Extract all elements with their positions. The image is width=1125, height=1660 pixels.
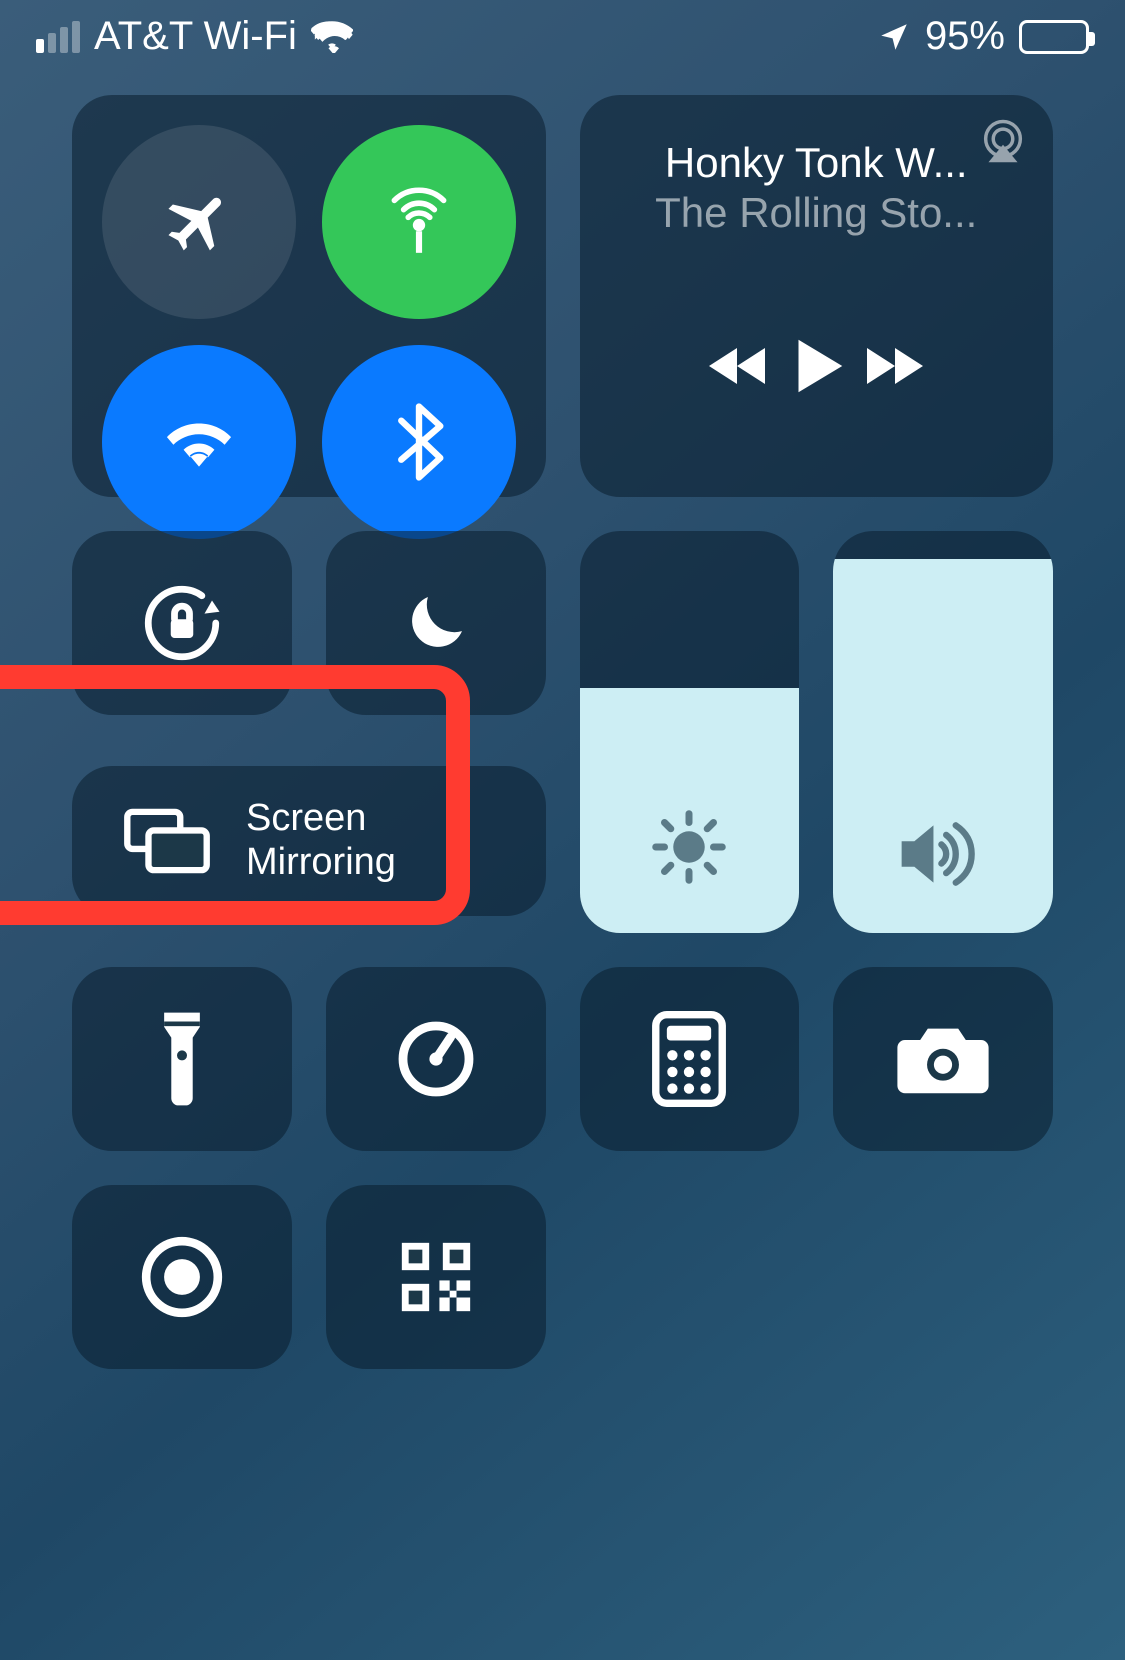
airplay-icon[interactable]	[977, 115, 1029, 167]
cellular-data-toggle[interactable]	[322, 125, 516, 319]
flashlight-button[interactable]	[72, 967, 292, 1151]
timer-button[interactable]	[326, 967, 546, 1151]
cellular-signal-icon	[36, 21, 80, 53]
previous-track-button[interactable]	[701, 338, 781, 394]
status-right: 95%	[877, 14, 1089, 59]
screen-mirroring-label: Screen Mirroring	[246, 797, 396, 884]
volume-slider[interactable]	[833, 531, 1053, 933]
wifi-toggle[interactable]	[102, 345, 296, 539]
status-bar: AT&T Wi-Fi 95%	[0, 0, 1125, 65]
brightness-icon	[580, 805, 800, 889]
qr-scanner-button[interactable]	[326, 1185, 546, 1369]
screen-mirroring-button[interactable]: Screen Mirroring	[72, 766, 546, 916]
media-artist: The Rolling Sto...	[655, 189, 977, 237]
control-center: Honky Tonk W... The Rolling Sto... Scree…	[0, 65, 1125, 1369]
connectivity-cluster[interactable]	[72, 95, 546, 497]
battery-percent: 95%	[925, 14, 1005, 59]
airplane-mode-toggle[interactable]	[102, 125, 296, 319]
play-button[interactable]	[781, 331, 851, 401]
wifi-icon	[311, 21, 353, 53]
location-icon	[877, 20, 911, 54]
brightness-slider[interactable]	[580, 531, 800, 933]
carrier-label: AT&T Wi-Fi	[94, 14, 297, 59]
screen-record-button[interactable]	[72, 1185, 292, 1369]
battery-icon	[1019, 20, 1089, 54]
screen-mirroring-icon	[122, 806, 212, 876]
media-controls-tile[interactable]: Honky Tonk W... The Rolling Sto...	[580, 95, 1054, 497]
do-not-disturb-toggle[interactable]	[326, 531, 546, 715]
next-track-button[interactable]	[851, 338, 931, 394]
bluetooth-toggle[interactable]	[322, 345, 516, 539]
media-track-title: Honky Tonk W...	[665, 139, 968, 187]
orientation-lock-toggle[interactable]	[72, 531, 292, 715]
volume-icon	[833, 819, 1053, 889]
calculator-button[interactable]	[580, 967, 800, 1151]
media-transport-controls	[701, 257, 931, 475]
camera-button[interactable]	[833, 967, 1053, 1151]
status-left: AT&T Wi-Fi	[36, 14, 353, 59]
